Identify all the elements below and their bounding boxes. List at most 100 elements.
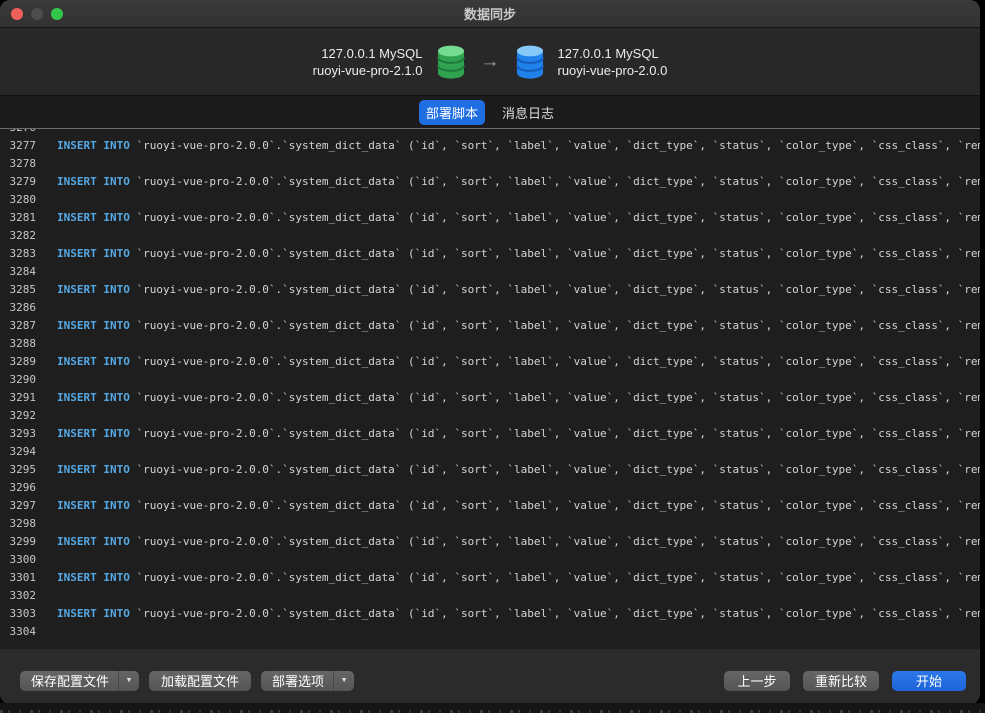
- line-number: 3302: [0, 587, 36, 605]
- line-number: 3284: [0, 263, 36, 281]
- start-button[interactable]: 开始: [892, 671, 966, 691]
- sql-keyword: INSERT INTO: [57, 247, 130, 260]
- window-title: 数据同步: [0, 4, 980, 23]
- line-number: 3279: [0, 173, 36, 191]
- sql-keyword: INSERT INTO: [57, 175, 130, 188]
- database-icon-green: [436, 45, 466, 79]
- zoom-button[interactable]: [51, 8, 63, 20]
- sql-keyword: INSERT INTO: [57, 571, 130, 584]
- code-line: 3287 INSERT INTO `ruoyi-vue-pro-2.0.0`.`s…: [0, 317, 980, 335]
- code-line: 3296: [0, 479, 980, 497]
- code-line: 3301 INSERT INTO `ruoyi-vue-pro-2.0.0`.`s…: [0, 569, 980, 587]
- code-line: 3278: [0, 155, 980, 173]
- previous-step-button[interactable]: 上一步: [724, 671, 790, 691]
- sql-keyword: INSERT INTO: [57, 427, 130, 440]
- code-line: 3293 INSERT INTO `ruoyi-vue-pro-2.0.0`.`s…: [0, 425, 980, 443]
- code-line: 3304: [0, 623, 980, 641]
- line-number: 3282: [0, 227, 36, 245]
- source-database: ruoyi-vue-pro-2.1.0: [313, 62, 423, 79]
- line-number: 3281: [0, 209, 36, 227]
- code-line: 3292: [0, 407, 980, 425]
- background-window-sliver: [0, 703, 985, 713]
- sql-statement: INSERT INTO `ruoyi-vue-pro-2.0.0`.`syste…: [57, 317, 980, 335]
- code-line: 3281 INSERT INTO `ruoyi-vue-pro-2.0.0`.`s…: [0, 209, 980, 227]
- code-line: 3303 INSERT INTO `ruoyi-vue-pro-2.0.0`.`s…: [0, 605, 980, 623]
- code-line: 3298: [0, 515, 980, 533]
- traffic-lights: [11, 8, 63, 20]
- line-number: 3292: [0, 407, 36, 425]
- sql-statement: INSERT INTO `ruoyi-vue-pro-2.0.0`.`syste…: [57, 245, 980, 263]
- code-line: 3279 INSERT INTO `ruoyi-vue-pro-2.0.0`.`s…: [0, 173, 980, 191]
- sql-editor[interactable]: 32763277 INSERT INTO `ruoyi-vue-pro-2.0.0…: [0, 129, 980, 649]
- code-line: 3276: [0, 129, 980, 137]
- line-number: 3295: [0, 461, 36, 479]
- code-line: 3294: [0, 443, 980, 461]
- code-line: 3277 INSERT INTO `ruoyi-vue-pro-2.0.0`.`s…: [0, 137, 980, 155]
- sql-statement: INSERT INTO `ruoyi-vue-pro-2.0.0`.`syste…: [57, 353, 980, 371]
- code-line: 3286: [0, 299, 980, 317]
- sql-statement: INSERT INTO `ruoyi-vue-pro-2.0.0`.`syste…: [57, 425, 980, 443]
- sql-statement: INSERT INTO `ruoyi-vue-pro-2.0.0`.`syste…: [57, 389, 980, 407]
- code-line: 3300: [0, 551, 980, 569]
- load-config-button[interactable]: 加载配置文件: [149, 671, 251, 691]
- code-line: 3295 INSERT INTO `ruoyi-vue-pro-2.0.0`.`s…: [0, 461, 980, 479]
- deploy-options-label[interactable]: 部署选项: [261, 671, 333, 691]
- sql-keyword: INSERT INTO: [57, 499, 130, 512]
- line-number: 3278: [0, 155, 36, 173]
- sql-statement: INSERT INTO `ruoyi-vue-pro-2.0.0`.`syste…: [57, 281, 980, 299]
- sql-statement: INSERT INTO `ruoyi-vue-pro-2.0.0`.`syste…: [57, 209, 980, 227]
- save-config-label[interactable]: 保存配置文件: [20, 671, 118, 691]
- code-line: 3289INSERT INTO `ruoyi-vue-pro-2.0.0`.`s…: [0, 353, 980, 371]
- code-line: 3284: [0, 263, 980, 281]
- target-database: ruoyi-vue-pro-2.0.0: [558, 62, 668, 79]
- sql-keyword: INSERT INTO: [57, 283, 130, 296]
- line-number: 3291: [0, 389, 36, 407]
- connection-header: 127.0.0.1 MySQL ruoyi-vue-pro-2.1.0 → 12…: [0, 28, 980, 96]
- recompare-button[interactable]: 重新比较: [803, 671, 879, 691]
- sql-keyword: INSERT INTO: [57, 535, 130, 548]
- line-number: 3277: [0, 137, 36, 155]
- sql-keyword: INSERT INTO: [57, 463, 130, 476]
- line-number: 3285: [0, 281, 36, 299]
- save-config-dropdown-arrow-icon[interactable]: ▼: [118, 671, 139, 691]
- line-number: 3290: [0, 371, 36, 389]
- sql-statement: INSERT INTO `ruoyi-vue-pro-2.0.0`.`syste…: [57, 137, 980, 155]
- code-line: 3283 INSERT INTO `ruoyi-vue-pro-2.0.0`.`s…: [0, 245, 980, 263]
- tab-bar: 部署脚本 消息日志: [0, 96, 980, 129]
- tab-message-log[interactable]: 消息日志: [495, 100, 561, 125]
- tab-deploy-script[interactable]: 部署脚本: [419, 100, 485, 125]
- line-number: 3303: [0, 605, 36, 623]
- app-window: 数据同步 127.0.0.1 MySQL ruoyi-vue-pro-2.1.0…: [0, 0, 980, 704]
- sql-keyword: INSERT INTO: [57, 319, 130, 332]
- line-number: 3276: [0, 129, 36, 137]
- line-number: 3287: [0, 317, 36, 335]
- sql-keyword: INSERT INTO: [57, 355, 130, 368]
- bottom-toolbar: 保存配置文件 ▼ 加载配置文件 部署选项 ▼ 上一步 重新比较 开始: [0, 649, 980, 704]
- deploy-options-dropdown-arrow-icon[interactable]: ▼: [333, 671, 354, 691]
- line-number: 3286: [0, 299, 36, 317]
- sql-statement: INSERT INTO `ruoyi-vue-pro-2.0.0`.`syste…: [57, 569, 980, 587]
- line-number: 3294: [0, 443, 36, 461]
- code-line: 3280: [0, 191, 980, 209]
- source-host: 127.0.0.1 MySQL: [313, 45, 423, 62]
- code-line: 3282: [0, 227, 980, 245]
- line-number: 3299: [0, 533, 36, 551]
- line-number: 3301: [0, 569, 36, 587]
- minimize-button[interactable]: [31, 8, 43, 20]
- code-line: 3302: [0, 587, 980, 605]
- sql-statement: INSERT INTO `ruoyi-vue-pro-2.0.0`.`syste…: [57, 173, 980, 191]
- close-button[interactable]: [11, 8, 23, 20]
- line-number: 3280: [0, 191, 36, 209]
- sql-statement: INSERT INTO `ruoyi-vue-pro-2.0.0`.`syste…: [57, 461, 980, 479]
- line-number: 3298: [0, 515, 36, 533]
- line-number: 3296: [0, 479, 36, 497]
- database-icon-blue: [515, 45, 545, 79]
- code-line: 3285 INSERT INTO `ruoyi-vue-pro-2.0.0`.`s…: [0, 281, 980, 299]
- line-number: 3283: [0, 245, 36, 263]
- source-connection-label: 127.0.0.1 MySQL ruoyi-vue-pro-2.1.0: [313, 45, 423, 79]
- deploy-options-button[interactable]: 部署选项 ▼: [261, 671, 354, 691]
- sql-statement: INSERT INTO `ruoyi-vue-pro-2.0.0`.`syste…: [57, 605, 980, 623]
- save-config-button[interactable]: 保存配置文件 ▼: [20, 671, 139, 691]
- code-line: 3297INSERT INTO `ruoyi-vue-pro-2.0.0`.`s…: [0, 497, 980, 515]
- line-number: 3293: [0, 425, 36, 443]
